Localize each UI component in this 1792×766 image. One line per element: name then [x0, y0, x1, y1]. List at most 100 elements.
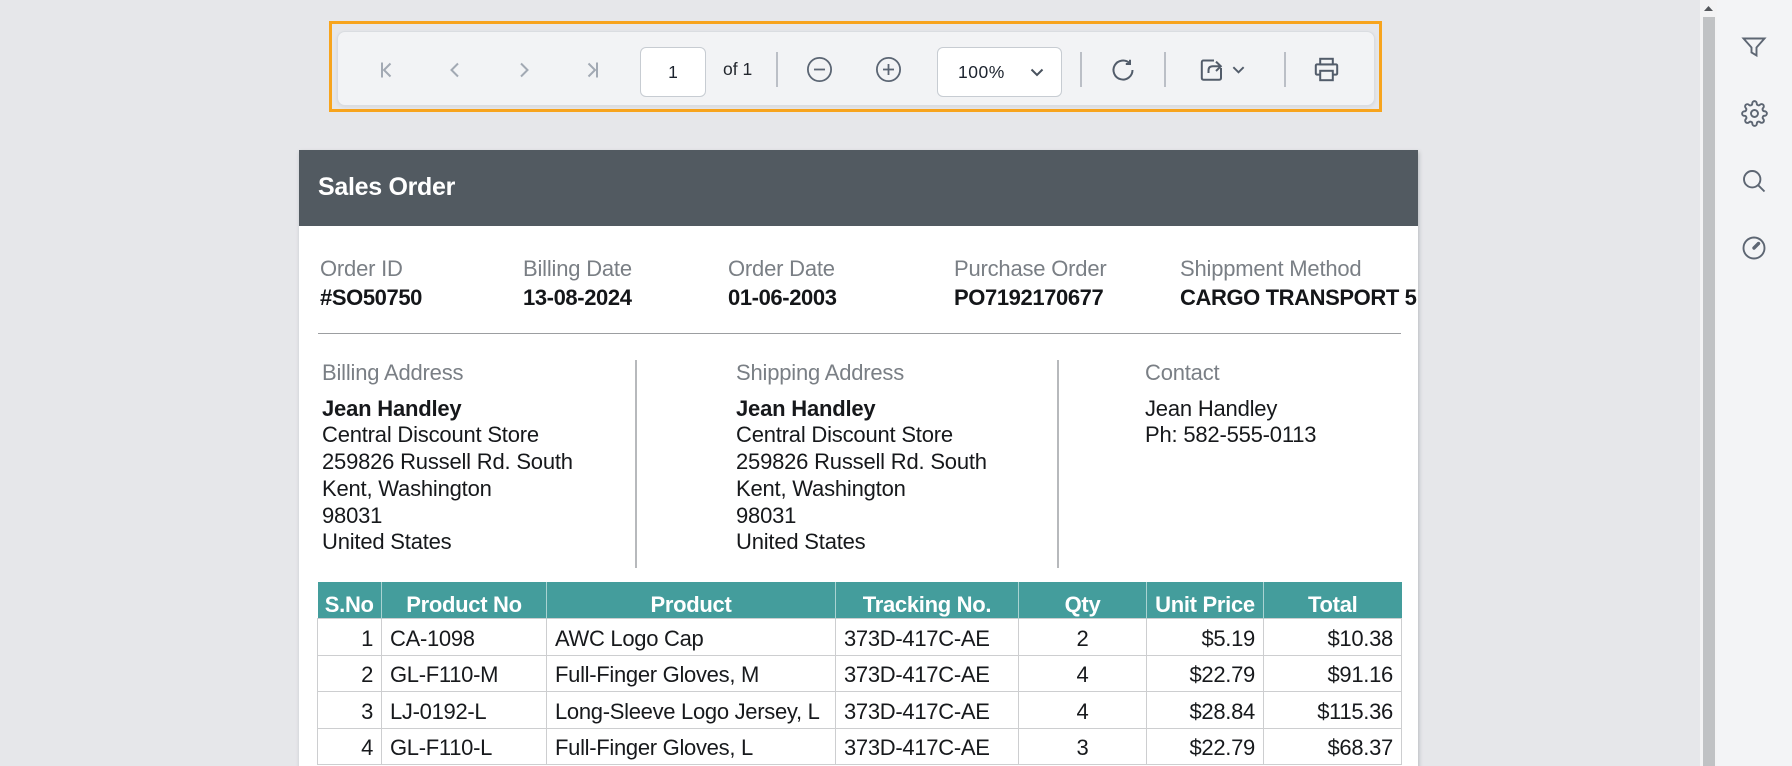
document-page: Sales Order Order ID #SO50750 Billing Da… — [299, 150, 1418, 766]
table-row: 2GL-F110-MFull-Finger Gloves, M373D-417C… — [318, 655, 1402, 692]
table-cell: 4 — [318, 728, 382, 765]
performance-button[interactable] — [1730, 225, 1778, 273]
billing-name: Jean Handley — [322, 396, 573, 423]
table-row: 3LJ-0192-LLong-Sleeve Logo Jersey, L373D… — [318, 692, 1402, 729]
toolbar-divider — [1284, 52, 1286, 87]
search-icon — [1741, 168, 1767, 197]
table-column-header: Total — [1264, 582, 1402, 619]
shipping-line: 98031 — [736, 503, 987, 530]
purchase-order-field: Purchase Order PO7192170677 — [954, 257, 1107, 311]
billing-line: Kent, Washington — [322, 476, 573, 503]
contact-info: Contact Jean Handley Ph: 582-555-0113 — [1145, 361, 1316, 449]
field-label: Billing Date — [523, 257, 632, 281]
address-divider — [1057, 360, 1059, 568]
scrollbar-thumb[interactable] — [1703, 17, 1715, 766]
zoom-in-icon — [875, 56, 902, 83]
refresh-button[interactable] — [1102, 49, 1143, 90]
billing-address: Billing Address Jean Handley Central Dis… — [322, 361, 573, 556]
zoom-out-icon — [806, 56, 833, 83]
export-button[interactable] — [1192, 49, 1252, 90]
table-column-header: Tracking No. — [836, 582, 1019, 619]
print-button[interactable] — [1306, 49, 1347, 90]
field-label: Order ID — [320, 257, 422, 281]
refresh-icon — [1110, 57, 1136, 83]
shipping-name: Jean Handley — [736, 396, 987, 423]
search-button[interactable] — [1730, 158, 1778, 206]
table-cell: 373D-417C-AE — [836, 728, 1019, 765]
field-value: PO7192170677 — [954, 286, 1107, 310]
field-value: 01-06-2003 — [728, 286, 837, 310]
table-cell: CA-1098 — [382, 619, 547, 656]
shipping-line: 259826 Russell Rd. South — [736, 449, 987, 476]
order-date-field: Order Date 01-06-2003 — [728, 257, 837, 311]
table-cell: $22.79 — [1147, 655, 1264, 692]
field-value: #SO50750 — [320, 286, 422, 310]
table-cell: LJ-0192-L — [382, 692, 547, 729]
chevron-down-icon — [1029, 64, 1045, 80]
next-page-icon — [514, 60, 534, 80]
table-cell: 2 — [1019, 619, 1147, 656]
toolbar-divider — [1164, 52, 1166, 87]
zoom-in-button[interactable] — [868, 49, 909, 90]
table-cell: 3 — [318, 692, 382, 729]
table-cell: $91.16 — [1264, 655, 1402, 692]
address-divider — [635, 360, 637, 568]
vertical-scrollbar[interactable] — [1700, 0, 1717, 766]
document-title: Sales Order — [318, 173, 455, 202]
shipping-address-label: Shipping Address — [736, 361, 987, 385]
zoom-level-dropdown[interactable]: 100% — [937, 47, 1062, 97]
scrollbar-up-button[interactable] — [1700, 0, 1717, 17]
export-icon — [1199, 57, 1246, 83]
field-label: Shippment Method — [1180, 257, 1416, 281]
last-page-icon — [583, 60, 603, 80]
page-number-input[interactable] — [640, 47, 706, 97]
table-header-row: S.NoProduct NoProductTracking No.QtyUnit… — [318, 582, 1402, 619]
next-page-button[interactable] — [503, 49, 544, 90]
billing-address-label: Billing Address — [322, 361, 573, 385]
speedometer-icon — [1741, 235, 1767, 264]
zoom-out-button[interactable] — [799, 49, 840, 90]
scroll-up-icon — [1704, 6, 1713, 11]
fields-separator-line — [318, 333, 1401, 334]
table-cell: $68.37 — [1264, 728, 1402, 765]
table-cell: $28.84 — [1147, 692, 1264, 729]
previous-page-icon — [445, 60, 465, 80]
table-cell: 373D-417C-AE — [836, 655, 1019, 692]
shipping-address: Shipping Address Jean Handley Central Di… — [736, 361, 987, 556]
settings-button[interactable] — [1730, 91, 1778, 139]
table-cell: $5.19 — [1147, 619, 1264, 656]
table-cell: $115.36 — [1264, 692, 1402, 729]
toolbar-divider — [1080, 52, 1082, 87]
billing-line: Central Discount Store — [322, 422, 573, 449]
table-column-header: Product No — [382, 582, 547, 619]
last-page-button[interactable] — [572, 49, 613, 90]
table-column-header: Qty — [1019, 582, 1147, 619]
table-cell: 1 — [318, 619, 382, 656]
chevron-down-icon — [1231, 62, 1246, 77]
billing-line: 259826 Russell Rd. South — [322, 449, 573, 476]
table-cell: 3 — [1019, 728, 1147, 765]
page-count-label: of 1 — [723, 32, 752, 107]
table-cell: 2 — [318, 655, 382, 692]
table-column-header: Unit Price — [1147, 582, 1264, 619]
filter-button[interactable] — [1730, 25, 1778, 73]
table-cell: 373D-417C-AE — [836, 619, 1019, 656]
contact-line: Jean Handley — [1145, 396, 1316, 423]
first-page-button[interactable] — [365, 49, 406, 90]
table-cell: 4 — [1019, 692, 1147, 729]
order-items-table: S.NoProduct NoProductTracking No.QtyUnit… — [317, 582, 1402, 765]
shipping-line: Kent, Washington — [736, 476, 987, 503]
zoom-level-value: 100% — [958, 62, 1005, 83]
field-label: Purchase Order — [954, 257, 1107, 281]
gear-icon — [1741, 100, 1768, 130]
table-cell: Long-Sleeve Logo Jersey, L — [547, 692, 836, 729]
previous-page-button[interactable] — [434, 49, 475, 90]
table-column-header: Product — [547, 582, 836, 619]
contact-label: Contact — [1145, 361, 1316, 385]
table-cell: Full-Finger Gloves, L — [547, 728, 836, 765]
first-page-icon — [376, 60, 396, 80]
billing-date-field: Billing Date 13-08-2024 — [523, 257, 632, 311]
table-cell: 4 — [1019, 655, 1147, 692]
contact-line: Ph: 582-555-0113 — [1145, 422, 1316, 449]
pdf-viewer-app: of 1 100% — [0, 0, 1792, 766]
